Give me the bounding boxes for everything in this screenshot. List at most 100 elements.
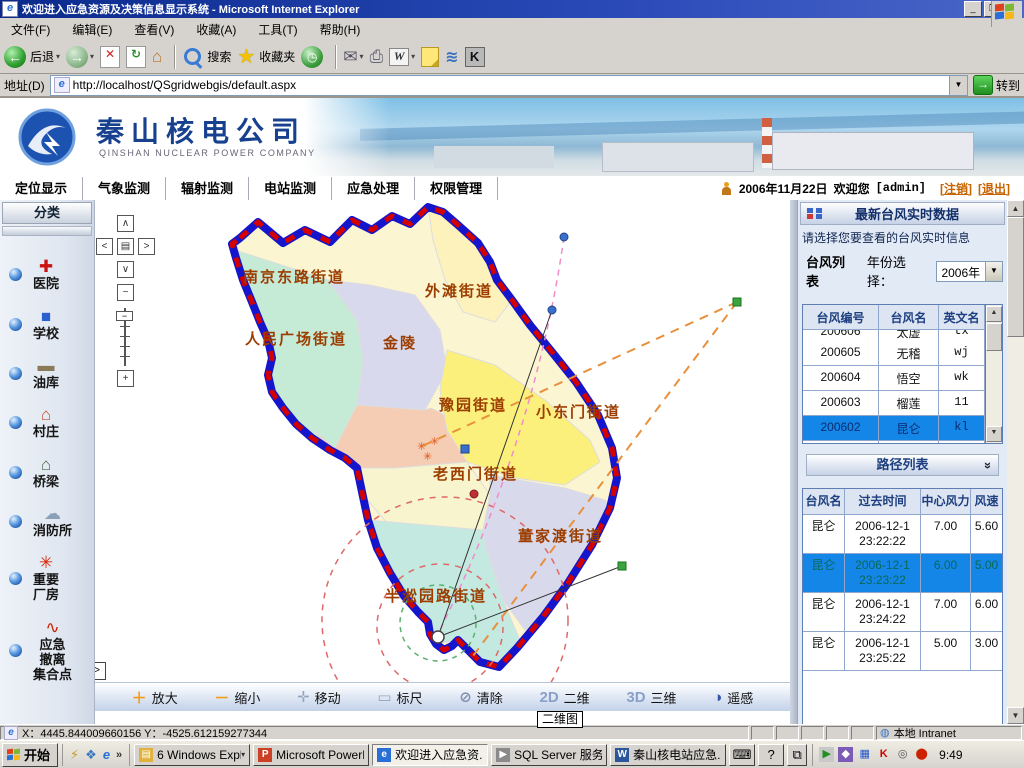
taskbar-button-word[interactable]: W 秦山核电站应急... [610, 744, 726, 766]
panel-expand-button[interactable]: > [95, 662, 106, 680]
home-button[interactable]: ⌂ [152, 47, 162, 67]
pan-down-button[interactable]: ∨ [117, 261, 134, 278]
sql-service-tray-icon[interactable]: ▶ [819, 747, 834, 762]
nav-tab-radiation[interactable]: 辐射监测 [166, 177, 249, 200]
print-button[interactable]: ⎙ [370, 47, 384, 67]
typhoon-panel-header[interactable]: 最新台风实时数据 [800, 202, 1005, 225]
scroll-thumb[interactable] [1007, 217, 1024, 337]
grid-tray-icon[interactable]: ▦ [857, 747, 872, 762]
zoom-in-button[interactable]: ＋ 放大 [132, 687, 178, 708]
messenger-button[interactable]: ≋ [445, 47, 458, 67]
sidebar-item-hospital[interactable]: ✚ 医院 [0, 258, 94, 291]
ie-quicklaunch-icon[interactable]: e [103, 747, 110, 762]
clear-button[interactable]: ⊘ 清除 [459, 688, 503, 707]
nav-tab-positioning[interactable]: 定位显示 [0, 177, 83, 200]
path-list-header[interactable]: 路径列表 « [806, 454, 999, 476]
scroll-down-icon[interactable]: ▼ [1007, 707, 1024, 724]
ati-tray-icon[interactable]: ⬤ [914, 747, 929, 762]
sidebar-item-bridge[interactable]: ⌂ 桥梁 [0, 456, 94, 489]
typhoon-row[interactable]: 200606 太虚 tx [803, 330, 985, 341]
taskbar-button-powerpoint[interactable]: P Microsoft PowerP... [253, 744, 369, 766]
zoom-out-button[interactable]: － 缩小 [214, 687, 260, 708]
taskbar-button-sql-server[interactable]: ▶ SQL Server 服务... [491, 744, 607, 766]
mail-button[interactable]: ✉▾ [343, 47, 363, 67]
menu-item[interactable]: 查看(V) [123, 18, 185, 41]
nav-tab-permissions[interactable]: 权限管理 [415, 177, 498, 200]
remote-sensing-button[interactable]: ◑ 遥感 [713, 688, 753, 707]
network-indicator-icon[interactable]: ⧉ [787, 744, 807, 766]
year-select[interactable]: 2006年 ▼ [936, 261, 1003, 282]
start-button[interactable]: 开始 [2, 743, 58, 767]
typhoon-row[interactable]: 200602 昆仑 kl [803, 416, 985, 441]
2d-button[interactable]: 2D 二维 [539, 688, 589, 707]
menu-item[interactable]: 文件(F) [0, 18, 61, 41]
collapse-chevron-icon[interactable]: « [977, 462, 996, 469]
kaspersky-tray-icon[interactable]: K [876, 747, 891, 762]
nav-tab-plant[interactable]: 电站监测 [249, 177, 332, 200]
logout-link[interactable]: [注销] [940, 180, 972, 197]
zoom-slider-handle[interactable]: − [116, 311, 133, 321]
sidebar-header[interactable]: 分类 [2, 202, 92, 224]
pan-left-button[interactable]: < [96, 238, 113, 255]
pan-button[interactable]: ✛ 移动 [297, 688, 341, 707]
sidebar-item-oil-depot[interactable]: ▬ 油库 [0, 357, 94, 390]
path-row[interactable]: 昆仑 2006-12-1 23:23:22 6.00 5.00 [803, 554, 1002, 593]
taskbar-button-ie-emergency[interactable]: e 欢迎进入应急资... [372, 744, 488, 766]
path-row[interactable]: 昆仑 2006-12-1 23:22:22 7.00 5.60 [803, 515, 1002, 554]
messenger-quicklaunch-icon[interactable]: ❖ [85, 747, 97, 763]
sidebar-item-school[interactable]: ■ 学校 [0, 308, 94, 341]
typhoon-row[interactable]: 200603 榴莲 11 [803, 391, 985, 416]
scroll-up-icon[interactable]: ▲ [1007, 200, 1024, 217]
path-row[interactable]: 昆仑 2006-12-1 23:24:22 7.00 6.00 [803, 593, 1002, 632]
notes-button[interactable] [421, 47, 439, 67]
menu-item[interactable]: 工具(T) [247, 18, 308, 41]
3d-button[interactable]: 3D 三维 [626, 688, 676, 707]
year-dropdown-icon[interactable]: ▼ [985, 262, 1002, 281]
zoom-plus-button[interactable]: + [117, 370, 134, 387]
quicklaunch-overflow-icon[interactable]: » [116, 749, 122, 761]
edit-with-word-button[interactable]: W▾ [389, 48, 415, 66]
page-scrollbar[interactable]: ▲ ▼ [1007, 200, 1024, 724]
center-button[interactable]: ▤ [117, 238, 134, 255]
menu-item[interactable]: 收藏(A) [185, 18, 247, 41]
pan-right-button[interactable]: > [138, 238, 155, 255]
address-dropdown-button[interactable]: ▼ [949, 76, 967, 95]
stop-button[interactable]: ✕ [100, 46, 120, 68]
volume-tray-icon[interactable]: ◎ [895, 747, 910, 762]
nav-tab-emergency[interactable]: 应急处理 [332, 177, 415, 200]
typhoon-list-scrollbar[interactable]: ▲ ▼ [985, 305, 1002, 443]
keyboard-layout-button[interactable]: ⌨ [729, 744, 755, 766]
history-button[interactable]: ◷ [301, 46, 323, 68]
zoom-minus-button[interactable]: − [117, 284, 134, 301]
sidebar-item-village[interactable]: ⌂ 村庄 [0, 406, 94, 439]
map-canvas[interactable]: ✳ ✳ ✳ 南京东路街道外滩街道人民广场街道金陵豫园街道小东门街道老西门街道董家… [95, 200, 790, 682]
typhoon-row[interactable]: 200601 西马伦 xml [803, 441, 985, 444]
help-button[interactable]: ? [758, 744, 784, 766]
taskbar-button-explorer[interactable]: ▤ 6 Windows Expl... ▾ [134, 744, 250, 766]
media-tray-icon[interactable]: ◆ [838, 747, 853, 762]
refresh-button[interactable]: ↻ [126, 46, 146, 68]
sidebar-item-important-plant[interactable]: ✳ 重要 厂房 [0, 554, 94, 602]
path-row[interactable]: 昆仑 2006-12-1 23:25:22 5.00 3.00 [803, 632, 1002, 671]
pan-up-button[interactable]: ∧ [117, 215, 134, 232]
k-plugin-button[interactable]: K [465, 47, 485, 67]
scroll-thumb[interactable] [986, 323, 1002, 351]
exit-link[interactable]: [退出] [978, 180, 1010, 197]
scroll-up-icon[interactable]: ▲ [986, 306, 1002, 322]
typhoon-row[interactable]: 200605 无稽 wj [803, 341, 985, 366]
minimize-button[interactable]: _ [964, 1, 982, 17]
panel-divider[interactable] [790, 200, 797, 724]
address-input[interactable]: e http://localhost/QSgridwebgis/default.… [50, 75, 968, 96]
nav-tab-weather[interactable]: 气象监测 [83, 177, 166, 200]
favorites-button[interactable]: ★收藏夹 [237, 44, 295, 69]
menu-item[interactable]: 帮助(H) [309, 18, 372, 41]
search-button[interactable]: 搜索 [182, 46, 231, 67]
sidebar-item-assembly-point[interactable]: ∿ 应急 撤离 集合点 [0, 619, 94, 682]
scroll-down-icon[interactable]: ▼ [986, 426, 1002, 442]
ruler-button[interactable]: ▭ 标尺 [377, 688, 422, 707]
sidebar-item-fire-station[interactable]: ☁ 消防所 [0, 505, 94, 538]
back-button[interactable]: ←后退▾ [4, 46, 60, 68]
menu-item[interactable]: 编辑(E) [61, 18, 123, 41]
go-button[interactable]: →转到 [973, 75, 1020, 95]
typhoon-row[interactable]: 200604 悟空 wk [803, 366, 985, 391]
